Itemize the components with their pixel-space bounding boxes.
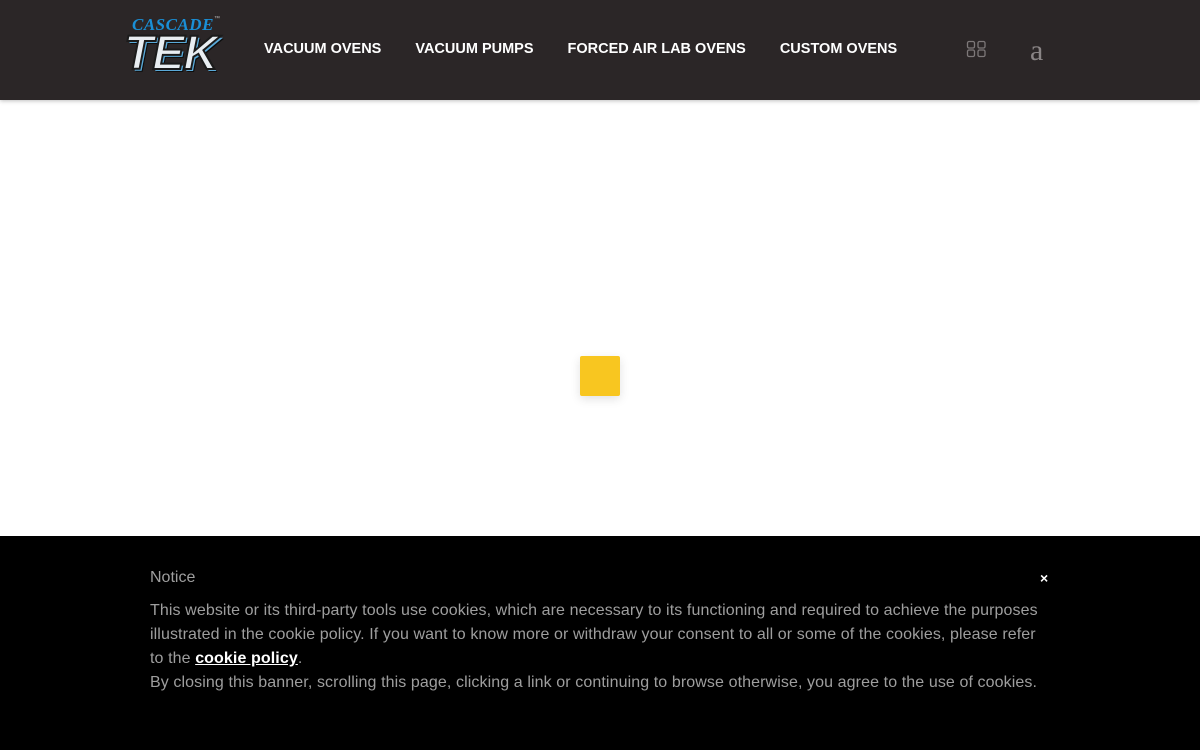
cookie-text-part2: . (297, 650, 303, 667)
cookie-policy-link[interactable]: cookie policy (195, 650, 298, 667)
nav-item-vacuum-ovens[interactable]: VACUUM OVENS (264, 41, 381, 57)
main-nav: VACUUM OVENS VACUUM PUMPS FORCED AIR LAB… (264, 41, 931, 57)
logo-trademark: ™ (214, 16, 220, 22)
site-header: CASCADE ™ TEK VACUUM OVENS VACUUM PUMPS … (0, 0, 1200, 100)
cookie-banner: Notice × This website or its third-party… (0, 536, 1200, 750)
cookie-banner-title: Notice (150, 569, 196, 586)
nav-item-forced-air-lab-ovens[interactable]: FORCED AIR LAB OVENS (568, 41, 746, 57)
nav-item-vacuum-pumps[interactable]: VACUUM PUMPS (415, 41, 533, 57)
search-icon[interactable]: a (1030, 33, 1043, 69)
grid-icon[interactable] (966, 40, 988, 58)
cookie-paragraph-1: This website or its third-party tools us… (150, 599, 1050, 671)
nav-item-custom-ovens[interactable]: CUSTOM OVENS (780, 41, 897, 57)
cookie-paragraph-2: By closing this banner, scrolling this p… (150, 674, 1038, 691)
cascade-tek-logo[interactable]: CASCADE ™ TEK (123, 14, 224, 84)
cookie-banner-text: This website or its third-party tools us… (150, 599, 1050, 695)
page-loader (580, 356, 620, 396)
cookie-close-button[interactable]: × (1040, 570, 1048, 586)
logo-main-text: TEK (123, 27, 219, 81)
